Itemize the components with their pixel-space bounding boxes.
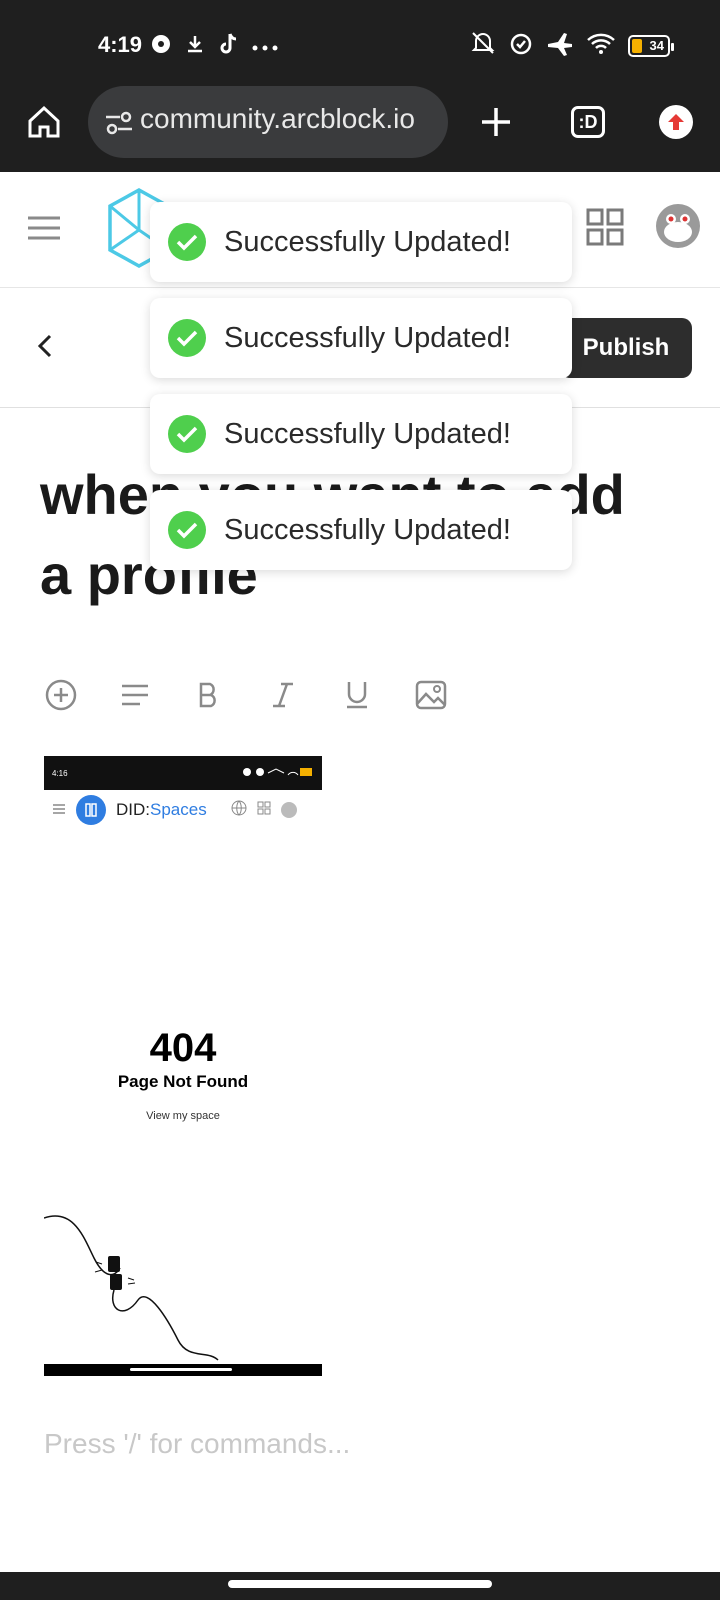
bell-off-icon	[470, 30, 496, 61]
more-notifications-icon	[252, 38, 278, 56]
italic-icon[interactable]	[266, 678, 300, 712]
bold-icon[interactable]	[192, 678, 226, 712]
embedded-app-name: DID:	[116, 800, 150, 819]
toast-message: Successfully Updated!	[224, 417, 511, 450]
success-toast[interactable]: Successfully Updated!	[150, 298, 572, 378]
underline-icon[interactable]	[340, 678, 374, 712]
success-toast[interactable]: Successfully Updated!	[150, 490, 572, 570]
check-circle-icon	[168, 511, 206, 549]
update-arrow-icon	[659, 105, 693, 139]
embedded-avatar	[280, 802, 297, 818]
embedded-status-bar: 4:16	[44, 756, 322, 790]
home-icon[interactable]	[22, 100, 66, 144]
site-settings-icon[interactable]	[104, 110, 134, 141]
alarm-icon	[508, 30, 534, 61]
airplane-icon	[546, 30, 574, 61]
publish-button[interactable]: Publish	[560, 318, 692, 378]
hamburger-menu-icon[interactable]	[26, 214, 62, 247]
browser-toolbar: community.arcblock.io :D	[0, 86, 720, 172]
format-toolbar	[44, 678, 448, 712]
address-bar[interactable]: community.arcblock.io	[88, 86, 448, 158]
embedded-menu-icon	[52, 801, 66, 819]
soccer-ball-icon	[150, 33, 172, 60]
unplugged-cable-illustration	[44, 1212, 322, 1367]
image-icon[interactable]	[414, 678, 448, 712]
check-circle-icon	[168, 223, 206, 261]
success-toast[interactable]: Successfully Updated!	[150, 394, 572, 474]
toast-message: Successfully Updated!	[224, 225, 511, 258]
embedded-view-space-link: View my space	[146, 1110, 220, 1122]
embedded-app-name-accent: Spaces	[150, 800, 207, 819]
tab-switcher-button[interactable]: :D	[566, 100, 610, 144]
toast-message: Successfully Updated!	[224, 513, 511, 546]
battery-icon: 34	[628, 34, 674, 57]
success-toast[interactable]: Successfully Updated!	[150, 202, 572, 282]
embedded-grid-icon	[257, 801, 271, 820]
embedded-time: 4:16	[52, 768, 68, 778]
toast-message: Successfully Updated!	[224, 321, 511, 354]
embedded-error-message: Page Not Found	[117, 1072, 249, 1091]
embedded-screenshot-image[interactable]: 4:16 DID:Spaces 404 Page Not Found View …	[44, 756, 322, 1376]
check-circle-icon	[168, 319, 206, 357]
embedded-globe-icon	[231, 800, 247, 821]
apps-grid-icon[interactable]	[586, 208, 624, 251]
tiktok-icon	[218, 32, 240, 61]
embedded-status-icons	[242, 767, 314, 779]
download-icon	[184, 33, 206, 60]
browser-menu-button[interactable]	[654, 100, 698, 144]
paragraph-align-icon[interactable]	[118, 678, 152, 712]
system-nav-bar	[0, 1572, 720, 1600]
did-spaces-logo	[76, 795, 106, 825]
tab-count: :D	[571, 106, 605, 138]
status-time: 4:19	[98, 32, 143, 57]
embedded-header: DID:Spaces	[44, 790, 322, 830]
home-gesture-handle[interactable]	[228, 1580, 492, 1588]
url-text: community.arcblock.io	[140, 103, 415, 134]
editor-input-placeholder[interactable]: Press '/' for commands...	[44, 1428, 350, 1460]
back-chevron-icon[interactable]	[36, 332, 54, 365]
add-block-icon[interactable]	[44, 678, 78, 712]
check-circle-icon	[168, 415, 206, 453]
embedded-nav-bar	[44, 1364, 322, 1376]
embedded-error-code: 404	[149, 1026, 217, 1070]
status-bar: 4:19 34	[0, 0, 720, 86]
new-tab-icon[interactable]	[474, 100, 518, 144]
wifi-icon	[586, 31, 616, 60]
user-avatar[interactable]	[656, 204, 700, 248]
